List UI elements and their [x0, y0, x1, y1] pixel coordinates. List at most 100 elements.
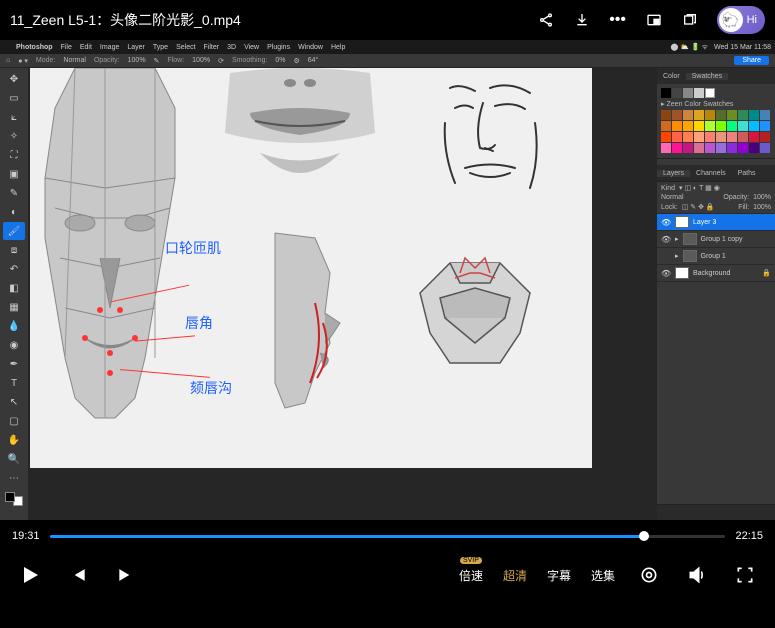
opacity-label: Opacity: [94, 57, 120, 64]
mode-value[interactable]: Normal [63, 57, 86, 64]
episodes-button[interactable]: 选集 [591, 567, 615, 584]
crop-tool[interactable]: ⛶ [3, 146, 25, 164]
blur-tool[interactable]: 💧 [3, 317, 25, 335]
annotation-2: 唇角 [185, 313, 213, 333]
profile-drawing [245, 223, 355, 423]
face-line-drawing [435, 73, 555, 203]
heal-tool[interactable]: ◐ [3, 203, 25, 221]
blend-mode[interactable]: Normal [661, 194, 684, 201]
eyedropper-tool[interactable]: ✎ [3, 184, 25, 202]
menu-select[interactable]: Select [176, 44, 195, 51]
annotation-1: 口轮匝肌 [165, 238, 221, 258]
opacity-value[interactable]: 100% [128, 57, 146, 64]
volume-button[interactable] [683, 561, 711, 589]
swatches-tab[interactable]: Swatches [686, 73, 728, 80]
path-tool[interactable]: ↖ [3, 393, 25, 411]
layer-row[interactable]: 👁Layer 3 [657, 214, 775, 231]
window-icon[interactable] [681, 11, 699, 29]
dodge-tool[interactable]: ◉ [3, 336, 25, 354]
channels-tab[interactable]: Channels [690, 170, 732, 177]
airbrush-icon[interactable]: ⟳ [218, 57, 224, 65]
color-tab[interactable]: Color [657, 73, 686, 80]
gradient-tool[interactable]: ▦ [3, 298, 25, 316]
quality-button[interactable]: 超清 [503, 567, 527, 584]
flow-value[interactable]: 100% [192, 57, 210, 64]
menu-window[interactable]: Window [298, 44, 323, 51]
layer-row[interactable]: 👁▸Group 1 copy [657, 231, 775, 248]
progress-track[interactable] [50, 535, 726, 538]
next-button[interactable] [112, 561, 140, 589]
lasso-tool[interactable]: ⟀ [3, 108, 25, 126]
menu-image[interactable]: Image [100, 44, 119, 51]
marquee-tool[interactable]: ▭ [3, 89, 25, 107]
color-swap[interactable] [5, 492, 23, 506]
download-icon[interactable] [573, 11, 591, 29]
user-avatar-badge[interactable]: 🐑 Hi [717, 6, 765, 34]
edit-toolbar[interactable]: ⋯ [3, 469, 25, 487]
fill-label: Fill: [738, 204, 749, 211]
layer-row[interactable]: ▸Group 1 [657, 248, 775, 265]
angle-value[interactable]: 64° [308, 57, 319, 64]
layers-tab[interactable]: Layers [657, 170, 690, 177]
paths-tab[interactable]: Paths [732, 170, 762, 177]
frame-tool[interactable]: ▣ [3, 165, 25, 183]
menu-edit[interactable]: Edit [80, 44, 92, 51]
more-icon[interactable]: ••• [609, 11, 627, 29]
menu-plugins[interactable]: Plugins [267, 44, 290, 51]
menu-view[interactable]: View [244, 44, 259, 51]
fullscreen-button[interactable] [731, 561, 759, 589]
annotation-3: 颏唇沟 [190, 378, 232, 398]
fill-value[interactable]: 100% [753, 204, 771, 211]
kind-label: Kind [661, 185, 675, 192]
layer-row[interactable]: 👁Background🔒 [657, 265, 775, 282]
hand-tool[interactable]: ✋ [3, 431, 25, 449]
shape-tool[interactable]: ▢ [3, 412, 25, 430]
mode-label: Mode: [36, 57, 55, 64]
loop-button[interactable] [635, 561, 663, 589]
menu-file[interactable]: File [61, 44, 72, 51]
canvas[interactable]: 口轮匝肌 唇角 颏唇沟 [30, 68, 592, 468]
current-time: 19:31 [12, 530, 40, 542]
subtitle-button[interactable]: 字幕 [547, 567, 571, 584]
type-tool[interactable]: T [3, 374, 25, 392]
duration: 22:15 [735, 530, 763, 542]
menu-3d[interactable]: 3D [227, 44, 236, 51]
visibility-icon[interactable]: 👁 [661, 235, 671, 244]
lock-label: Lock: [661, 204, 678, 211]
pressure-icon[interactable]: ✎ [154, 57, 160, 65]
visibility-icon[interactable]: 👁 [661, 269, 671, 278]
menu-filter[interactable]: Filter [204, 44, 220, 51]
zoom-tool[interactable]: 🔍 [3, 450, 25, 468]
wand-tool[interactable]: ✧ [3, 127, 25, 145]
clock: Wed 15 Mar 11:58 [714, 44, 771, 51]
smoothing-value[interactable]: 0% [275, 57, 285, 64]
menu-layer[interactable]: Layer [127, 44, 145, 51]
stamp-tool[interactable]: ⧈ [3, 241, 25, 259]
geometric-mouth-drawing [400, 243, 550, 383]
toolbar: ✥ ▭ ⟀ ✧ ⛶ ▣ ✎ ◐ 🖌 ⧈ ↶ ◧ ▦ 💧 ◉ ✒ T ↖ ▢ ✋ [0, 68, 28, 520]
brush-preview-icon[interactable]: ● ▾ [18, 57, 28, 65]
share-button[interactable]: Share [734, 56, 769, 65]
move-tool[interactable]: ✥ [3, 70, 25, 88]
home-icon[interactable]: ⌂ [6, 57, 10, 64]
ps-app-name: Photoshop [16, 44, 53, 51]
swatch-group[interactable]: ▸ Zeen Color Swatches [661, 100, 771, 108]
progress-thumb[interactable] [639, 531, 649, 541]
speed-button[interactable]: SVIP 倍速 [459, 567, 483, 584]
status-icons: ⬤ ⛅ 🔋 ᯤ [671, 43, 709, 52]
layer-opacity[interactable]: 100% [753, 194, 771, 201]
gear-icon[interactable]: ⚙ [293, 57, 299, 65]
menu-help[interactable]: Help [331, 44, 345, 51]
brush-tool[interactable]: 🖌 [3, 222, 25, 240]
smoothing-label: Smoothing: [232, 57, 267, 64]
visibility-icon[interactable]: 👁 [661, 218, 671, 227]
share-icon[interactable] [537, 11, 555, 29]
history-brush-tool[interactable]: ↶ [3, 260, 25, 278]
play-button[interactable] [16, 561, 44, 589]
pip-icon[interactable] [645, 11, 663, 29]
pen-tool[interactable]: ✒ [3, 355, 25, 373]
eraser-tool[interactable]: ◧ [3, 279, 25, 297]
progress-fill [50, 535, 645, 538]
prev-button[interactable] [64, 561, 92, 589]
menu-type[interactable]: Type [153, 44, 168, 51]
